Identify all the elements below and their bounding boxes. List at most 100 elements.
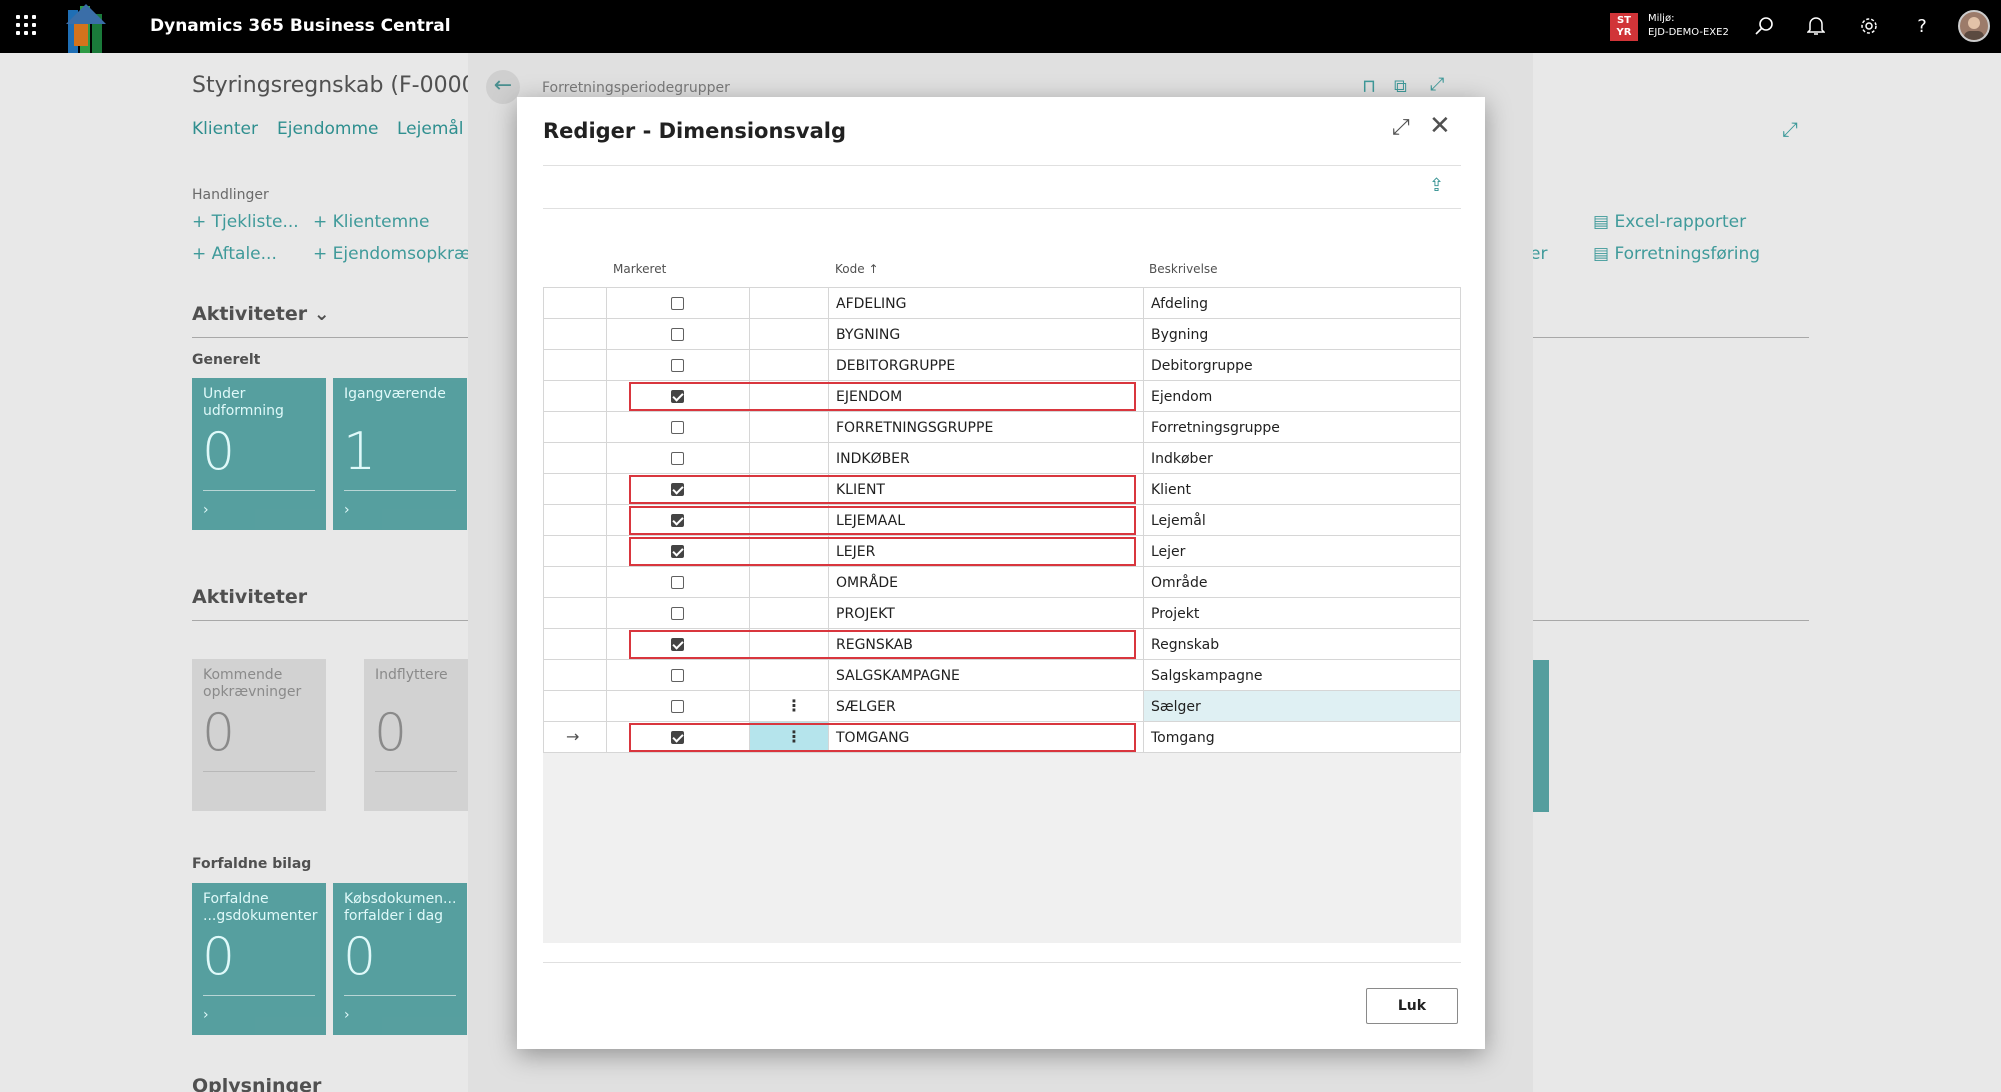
description-cell[interactable]: Afdeling bbox=[1144, 288, 1460, 318]
description-cell[interactable]: Bygning bbox=[1144, 319, 1460, 349]
row-indicator-cell[interactable] bbox=[544, 443, 607, 473]
description-cell[interactable]: Klient bbox=[1144, 474, 1460, 504]
row-indicator-cell[interactable] bbox=[544, 567, 607, 597]
help-icon[interactable]: ? bbox=[1910, 14, 1934, 38]
tile-kobsdokumenter[interactable]: Købsdokumen... forfalder i dag 0 › bbox=[333, 883, 467, 1035]
description-cell[interactable]: Forretningsgruppe bbox=[1144, 412, 1460, 442]
action-tjekliste[interactable]: + Tjekliste... bbox=[192, 212, 299, 232]
tile-indflyttere[interactable]: Indflyttere 0 bbox=[364, 659, 468, 811]
marked-checkbox[interactable] bbox=[671, 297, 684, 310]
more-options-icon[interactable]: ⋮ bbox=[786, 696, 802, 715]
action-klientemne[interactable]: + Klientemne bbox=[313, 212, 429, 232]
description-cell[interactable]: Debitorgruppe bbox=[1144, 350, 1460, 380]
table-row[interactable]: BYGNING Bygning bbox=[544, 319, 1460, 350]
section-activities[interactable]: Aktiviteter ⌄ bbox=[192, 303, 330, 325]
row-actions-cell[interactable] bbox=[750, 412, 829, 442]
description-cell[interactable]: Salgskampagne bbox=[1144, 660, 1460, 690]
row-indicator-cell[interactable] bbox=[544, 660, 607, 690]
action-ejendomsopkraev[interactable]: + Ejendomsopkræv bbox=[313, 244, 481, 264]
table-row[interactable]: ⋮ SÆLGER Sælger bbox=[544, 691, 1460, 722]
close-button[interactable]: Luk bbox=[1366, 988, 1458, 1024]
row-actions-cell[interactable] bbox=[750, 567, 829, 597]
row-actions-cell[interactable] bbox=[750, 288, 829, 318]
marked-checkbox[interactable] bbox=[671, 607, 684, 620]
row-actions-cell[interactable] bbox=[750, 598, 829, 628]
table-row[interactable]: PROJEKT Projekt bbox=[544, 598, 1460, 629]
expand-icon[interactable]: ⤢ bbox=[1782, 117, 1798, 141]
description-cell[interactable]: Sælger bbox=[1144, 691, 1460, 721]
code-cell[interactable]: FORRETNINGSGRUPPE bbox=[829, 412, 1144, 442]
table-row[interactable]: FORRETNINGSGRUPPE Forretningsgruppe bbox=[544, 412, 1460, 443]
description-cell[interactable]: Projekt bbox=[1144, 598, 1460, 628]
row-actions-cell[interactable] bbox=[750, 443, 829, 473]
table-row[interactable]: OMRÅDE Område bbox=[544, 567, 1460, 598]
row-indicator-cell[interactable] bbox=[544, 412, 607, 442]
row-indicator-cell[interactable] bbox=[544, 691, 607, 721]
code-cell[interactable]: SALGSKAMPAGNE bbox=[829, 660, 1144, 690]
action-excel-rapporter[interactable]: ▤ Excel-rapporter bbox=[1593, 212, 1746, 232]
close-icon[interactable]: ✕ bbox=[1429, 111, 1451, 141]
tile-forfaldne-dokumenter[interactable]: Forfaldne ...gsdokumenter 0 › bbox=[192, 883, 326, 1035]
row-actions-cell[interactable] bbox=[750, 319, 829, 349]
row-actions-cell[interactable]: ⋮ bbox=[750, 691, 829, 721]
marked-cell[interactable] bbox=[607, 350, 750, 380]
table-row[interactable]: AFDELING Afdeling bbox=[544, 288, 1460, 319]
nav-klienter[interactable]: Klienter bbox=[192, 119, 258, 139]
code-cell[interactable]: PROJEKT bbox=[829, 598, 1144, 628]
marked-checkbox[interactable] bbox=[671, 700, 684, 713]
gear-icon[interactable] bbox=[1857, 14, 1881, 38]
row-indicator-cell[interactable] bbox=[544, 536, 607, 566]
description-cell[interactable]: Indkøber bbox=[1144, 443, 1460, 473]
marked-checkbox[interactable] bbox=[671, 452, 684, 465]
code-cell[interactable]: SÆLGER bbox=[829, 691, 1144, 721]
avatar[interactable] bbox=[1958, 10, 1990, 42]
share-icon[interactable]: ⇪ bbox=[1429, 175, 1444, 196]
description-cell[interactable]: Regnskab bbox=[1144, 629, 1460, 659]
row-indicator-cell[interactable] bbox=[544, 350, 607, 380]
code-cell[interactable]: AFDELING bbox=[829, 288, 1144, 318]
description-cell[interactable]: Lejemål bbox=[1144, 505, 1460, 535]
marked-cell[interactable] bbox=[607, 288, 750, 318]
code-cell[interactable]: OMRÅDE bbox=[829, 567, 1144, 597]
nav-lejemaal[interactable]: Lejemål bbox=[397, 119, 464, 139]
row-actions-cell[interactable] bbox=[750, 350, 829, 380]
code-cell[interactable]: INDKØBER bbox=[829, 443, 1144, 473]
row-indicator-cell[interactable] bbox=[544, 288, 607, 318]
column-header-code[interactable]: Kode ↑ bbox=[835, 262, 879, 276]
product-name[interactable]: Dynamics 365 Business Central bbox=[150, 16, 451, 36]
marked-checkbox[interactable] bbox=[671, 359, 684, 372]
table-row[interactable]: SALGSKAMPAGNE Salgskampagne bbox=[544, 660, 1460, 691]
tile-igangvaerende[interactable]: Igangværende 1 › bbox=[333, 378, 467, 530]
description-cell[interactable]: Tomgang bbox=[1144, 722, 1460, 752]
marked-checkbox[interactable] bbox=[671, 328, 684, 341]
marked-cell[interactable] bbox=[607, 412, 750, 442]
tile-under-udformning[interactable]: Under udformning 0 › bbox=[192, 378, 326, 530]
bookmark-icon[interactable]: ⊓ bbox=[1362, 76, 1376, 97]
marked-cell[interactable] bbox=[607, 443, 750, 473]
row-indicator-cell[interactable] bbox=[544, 629, 607, 659]
back-arrow-icon[interactable]: ← bbox=[486, 70, 520, 104]
marked-checkbox[interactable] bbox=[671, 576, 684, 589]
description-cell[interactable]: Område bbox=[1144, 567, 1460, 597]
description-cell[interactable]: Ejendom bbox=[1144, 381, 1460, 411]
nav-ejendomme[interactable]: Ejendomme bbox=[277, 119, 378, 139]
expand-icon[interactable]: ⤢ bbox=[1430, 74, 1444, 95]
marked-checkbox[interactable] bbox=[671, 669, 684, 682]
row-indicator-cell[interactable] bbox=[544, 505, 607, 535]
code-cell[interactable]: DEBITORGRUPPE bbox=[829, 350, 1144, 380]
expand-icon[interactable]: ⤢ bbox=[1392, 115, 1410, 140]
action-forretningsforing[interactable]: ▤ Forretningsføring bbox=[1593, 244, 1760, 264]
column-header-description[interactable]: Beskrivelse bbox=[1149, 262, 1218, 276]
open-new-window-icon[interactable]: ⧉ bbox=[1394, 76, 1407, 97]
marked-cell[interactable] bbox=[607, 567, 750, 597]
search-icon[interactable] bbox=[1752, 14, 1776, 38]
marked-cell[interactable] bbox=[607, 691, 750, 721]
row-indicator-cell[interactable] bbox=[544, 598, 607, 628]
table-row[interactable]: INDKØBER Indkøber bbox=[544, 443, 1460, 474]
action-aftale[interactable]: + Aftale... bbox=[192, 244, 277, 264]
row-indicator-cell[interactable] bbox=[544, 381, 607, 411]
tile-kommende-opkraevninger[interactable]: Kommende opkrævninger 0 bbox=[192, 659, 326, 811]
table-row[interactable]: DEBITORGRUPPE Debitorgruppe bbox=[544, 350, 1460, 381]
description-cell[interactable]: Lejer bbox=[1144, 536, 1460, 566]
marked-cell[interactable] bbox=[607, 598, 750, 628]
